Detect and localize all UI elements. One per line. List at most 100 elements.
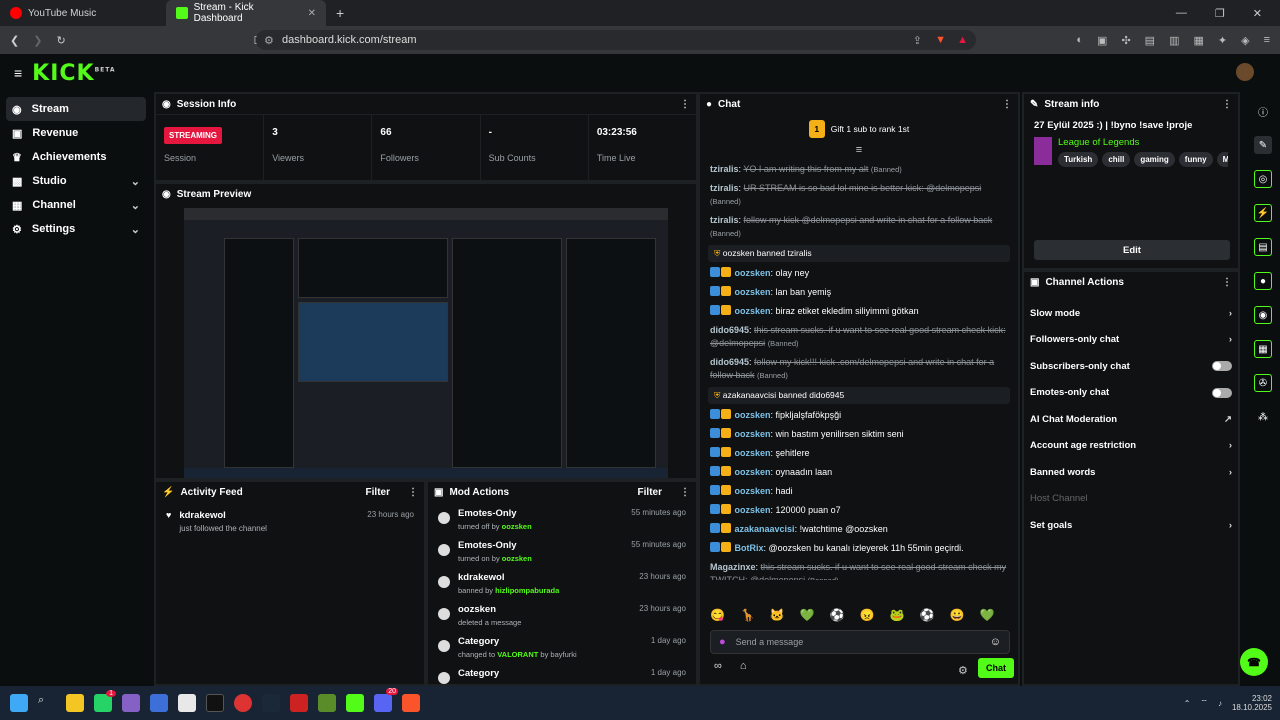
filter-button[interactable]: Filter <box>638 487 662 498</box>
chat-username[interactable]: oozsken <box>735 268 771 278</box>
more-menu-icon[interactable]: ⋮ <box>680 99 690 110</box>
brave-shield-icon[interactable]: ▼ <box>935 34 946 46</box>
sidebar-item-settings[interactable]: ⚙ Settings ⌄ <box>6 217 146 241</box>
chevron-down-icon[interactable]: ≡ <box>700 144 1018 160</box>
clock[interactable]: 23:02 18.10.2025 <box>1232 694 1272 712</box>
windows-start-icon[interactable] <box>10 694 28 712</box>
more-menu-icon[interactable]: ⋮ <box>1002 99 1012 110</box>
chat-username[interactable]: oozsken <box>735 429 771 439</box>
edit-button[interactable]: Edit <box>1034 240 1230 260</box>
broadcast-icon[interactable]: ◉ <box>1254 306 1272 324</box>
reload-icon[interactable]: ↻ <box>56 34 65 47</box>
extension-icon[interactable]: ▤ <box>1145 34 1155 47</box>
chat-username[interactable]: oozsken <box>735 486 771 496</box>
menu-icon[interactable]: ≡ <box>1264 34 1270 47</box>
tab-kick-dashboard[interactable]: Stream - Kick Dashboard ✕ <box>166 0 326 26</box>
sidebar-item-channel[interactable]: ▦ Channel ⌄ <box>6 193 146 217</box>
help-chat-icon[interactable]: ☎ <box>1240 648 1268 676</box>
emote-icon[interactable]: 😀 <box>950 608 965 622</box>
chat-username[interactable]: oozsken <box>735 505 771 515</box>
chat-username[interactable]: oozsken <box>735 306 771 316</box>
stack-icon[interactable]: ▦ <box>1254 340 1272 358</box>
chat-username[interactable]: dido6945 <box>710 325 749 335</box>
brave-icon[interactable] <box>402 694 420 712</box>
channel-action-item[interactable]: Banned words › <box>1024 459 1238 486</box>
apps-icon[interactable]: ⁂ <box>1254 408 1272 426</box>
extension-icon[interactable]: ▣ <box>1097 34 1107 47</box>
speaker-icon[interactable]: ♪ <box>1218 699 1222 708</box>
search-icon[interactable]: ⌕ <box>38 694 56 712</box>
emote-icon[interactable]: 🐱 <box>770 608 785 622</box>
emoji-icon[interactable]: ☺ <box>990 636 1001 648</box>
channel-action-item[interactable]: Subscribers-only chat <box>1024 353 1238 380</box>
maximize-icon[interactable]: ❐ <box>1215 7 1225 20</box>
wrench-icon[interactable]: ✇ <box>1254 374 1272 392</box>
channel-action-item[interactable]: AI Chat Moderation ↗ <box>1024 406 1238 433</box>
tab-youtube-music[interactable]: YouTube Music <box>0 0 160 26</box>
app-icon[interactable] <box>150 694 168 712</box>
close-window-icon[interactable]: ✕ <box>1253 7 1262 20</box>
stream-preview-video[interactable] <box>184 208 668 478</box>
chat-username[interactable]: oozsken <box>735 448 771 458</box>
chat-username[interactable]: oozsken <box>735 287 771 297</box>
more-menu-icon[interactable]: ⋮ <box>1222 99 1232 110</box>
emote-icon[interactable]: 💚 <box>800 608 815 622</box>
app-icon[interactable] <box>234 694 252 712</box>
gift-leaderboard[interactable]: 1 Gift 1 sub to rank 1st <box>700 114 1018 144</box>
chat-username[interactable]: Magazinxe <box>710 562 756 572</box>
emote-icon[interactable]: 😋 <box>710 608 725 622</box>
chat-username[interactable]: azakanaavcisi <box>735 524 795 534</box>
back-icon[interactable]: ❮ <box>10 34 19 47</box>
channel-action-item[interactable]: Set goals › <box>1024 512 1238 539</box>
chat-username[interactable]: oozsken <box>735 467 771 477</box>
chat-icon[interactable]: ● <box>1254 272 1272 290</box>
sidebar-item-studio[interactable]: ▩ Studio ⌄ <box>6 169 146 193</box>
more-menu-icon[interactable]: ⋮ <box>680 487 690 498</box>
discord-icon[interactable]: 20 <box>374 688 398 712</box>
whatsapp-icon[interactable]: 1 <box>94 690 116 712</box>
ai-icon[interactable]: ✦ <box>1218 34 1227 47</box>
puzzle-icon[interactable]: ✣ <box>1121 34 1130 47</box>
store-icon[interactable]: ⌂ <box>740 660 747 672</box>
epic-games-icon[interactable] <box>206 694 224 712</box>
emote-icon[interactable]: ⚽ <box>830 608 845 622</box>
file-explorer-icon[interactable] <box>66 694 84 712</box>
new-tab-button[interactable]: + <box>336 5 344 21</box>
wallet-icon[interactable]: ▦ <box>1193 34 1203 47</box>
chat-username[interactable]: tziralis <box>710 215 739 225</box>
more-menu-icon[interactable]: ⋮ <box>1222 277 1232 288</box>
minecraft-icon[interactable] <box>318 694 336 712</box>
filter-button[interactable]: Filter <box>366 487 390 498</box>
infinity-icon[interactable]: ∞ <box>714 660 722 672</box>
channel-action-item[interactable]: Followers-only chat › <box>1024 327 1238 354</box>
url-bar[interactable]: dashboard.kick.com/stream ⚙ ⇪ ▼ ▲ <box>256 30 976 50</box>
valorant-icon[interactable] <box>290 694 308 712</box>
channel-action-item[interactable]: Emotes-only chat <box>1024 380 1238 407</box>
brave-rewards-icon[interactable]: ▲ <box>957 34 968 46</box>
minimize-icon[interactable]: — <box>1176 7 1187 20</box>
kick-icon[interactable] <box>346 694 364 712</box>
emote-icon[interactable]: ⚽ <box>920 608 935 622</box>
forward-icon[interactable]: ❯ <box>33 34 42 47</box>
chat-input[interactable]: Send a message <box>736 637 804 647</box>
emote-icon[interactable]: 🐸 <box>890 608 905 622</box>
sidebar-item-stream[interactable]: ◉ Stream <box>6 97 146 121</box>
toggle-switch[interactable] <box>1212 361 1232 372</box>
emote-icon[interactable]: 💚 <box>980 608 995 622</box>
sidebar-item-achievements[interactable]: ♛ Achievements <box>6 145 146 169</box>
chat-username[interactable]: oozsken <box>735 410 771 420</box>
more-menu-icon[interactable]: ⋮ <box>408 487 418 498</box>
chat-username[interactable]: dido6945 <box>710 357 749 367</box>
emote-icon[interactable]: 😠 <box>860 608 875 622</box>
chat-username[interactable]: tziralis <box>710 164 739 174</box>
chat-username[interactable]: BotRix <box>735 543 764 553</box>
network-icon[interactable]: ⌔ <box>1200 698 1208 708</box>
mic-icon[interactable]: ● <box>719 636 726 648</box>
toggle-switch[interactable] <box>1212 387 1232 398</box>
info-icon[interactable]: ⓘ <box>1254 102 1272 120</box>
screen-icon[interactable]: ◎ <box>1254 170 1272 188</box>
close-tab-icon[interactable]: ✕ <box>308 8 316 19</box>
share-icon[interactable]: ⇪ <box>913 34 922 47</box>
user-avatar[interactable] <box>1236 63 1254 81</box>
pencil-icon[interactable]: ✎ <box>1254 136 1272 154</box>
